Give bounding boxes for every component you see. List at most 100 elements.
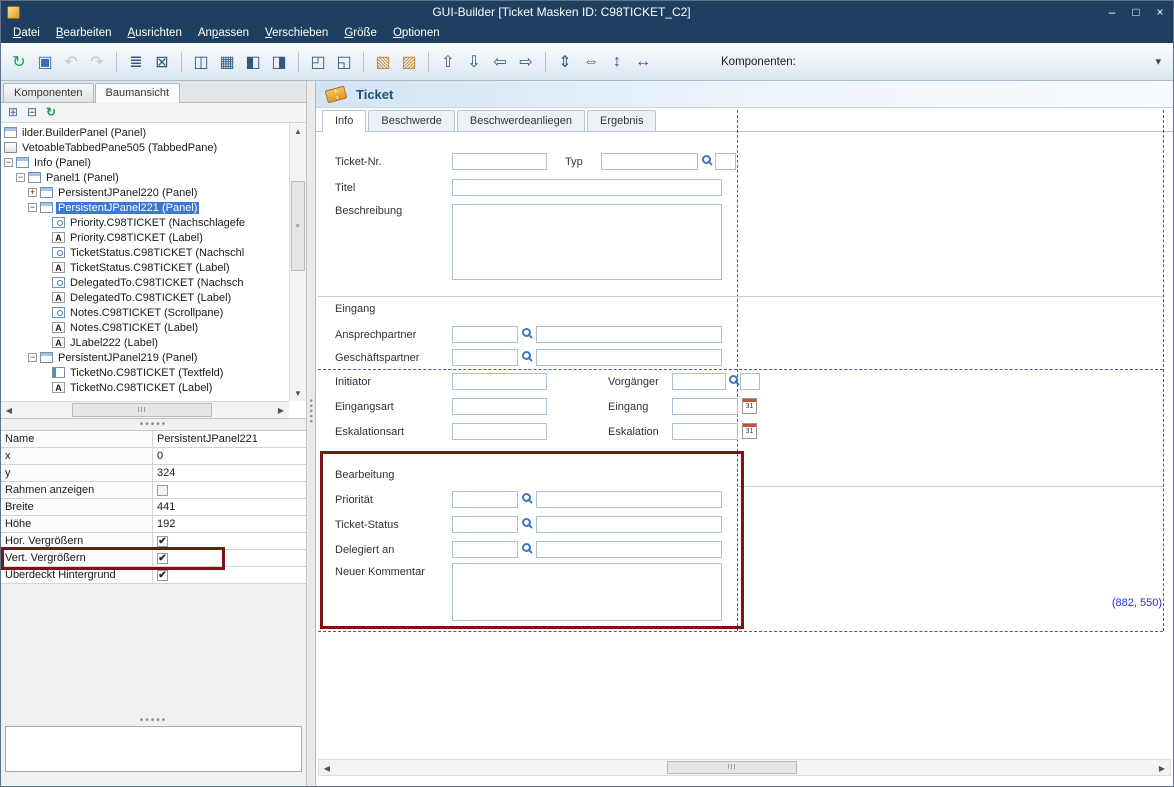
checkbox-checked-icon[interactable]: ✔ [157,553,168,564]
initiator-input[interactable] [452,373,547,390]
eingangsart-input[interactable] [452,398,547,415]
form-tab-beschwerde[interactable]: Beschwerde [368,110,455,131]
property-value[interactable]: 0 [153,448,306,464]
beschreibung-textarea[interactable] [452,204,722,280]
canvas-scrollbar-thumb[interactable]: III [667,761,797,774]
property-value[interactable]: PersistentJPanel221 [153,431,306,447]
move-up-icon[interactable]: ⇧ [436,50,460,74]
komponenten-combobox[interactable]: Komponenten: ▾ [721,55,1167,68]
tab-baumansicht[interactable]: Baumansicht [95,83,181,103]
refresh-icon[interactable]: ↻ [7,50,31,74]
scroll-up-button[interactable]: ▲ [290,123,306,139]
horizontal-splitter[interactable]: ••••• [1,419,306,430]
tree-item[interactable]: −Info (Panel) [1,155,289,170]
panel-splitter[interactable]: ••••• [307,81,315,786]
delete-component-icon[interactable]: ⊠ [150,50,174,74]
checkbox-checked-icon[interactable]: ✔ [157,570,168,581]
collapse-all-icon[interactable]: ⊟ [25,106,39,120]
menu-item-bearbeiten[interactable]: Bearbeiten [48,25,120,41]
tree-item[interactable]: Priority.C98TICKET (Nachschlagefe [1,215,289,230]
checkbox-unchecked-icon[interactable] [157,485,168,496]
tree-item[interactable]: −PersistentJPanel221 (Panel) [1,200,289,215]
tree-item[interactable]: ATicketStatus.C98TICKET (Label) [1,260,289,275]
tree-item[interactable]: DelegatedTo.C98TICKET (Nachsch [1,275,289,290]
typ-code-input[interactable] [715,153,736,170]
tree-item[interactable]: ANotes.C98TICKET (Label) [1,320,289,335]
refresh-tree-icon[interactable]: ↻ [44,106,58,120]
checkbox-checked-icon[interactable]: ✔ [157,536,168,547]
chevron-down-icon[interactable]: ▾ [1155,55,1161,68]
horizontal-scrollbar-thumb[interactable]: III [72,403,212,417]
menu-item-anpassen[interactable]: Anpassen [190,25,257,41]
match-width-icon[interactable]: ↔ [631,50,655,74]
menu-item-datei[interactable]: Datei [5,25,48,41]
scrollbar-track[interactable]: III [335,760,1154,775]
vertical-scrollbar-thumb[interactable]: ≡ [291,181,305,271]
grid-view-icon[interactable]: ▦ [215,50,239,74]
save-icon[interactable]: ▣ [33,50,57,74]
tree-item[interactable]: ilder.BuilderPanel (Panel) [1,125,289,140]
expand-all-icon[interactable]: ⊞ [6,106,20,120]
scroll-down-button[interactable]: ▼ [290,385,306,401]
menu-item-größe[interactable]: Größe [336,25,385,41]
menu-item-verschieben[interactable]: Verschieben [257,25,336,41]
prioritaet-name-input[interactable] [536,491,722,508]
move-left-icon[interactable]: ⇦ [488,50,512,74]
delegiert-an-lookup-icon[interactable] [522,543,531,552]
prioritaet-lookup-icon[interactable] [522,493,531,502]
scrollbar-track[interactable]: III [17,402,273,418]
tree-item[interactable]: −PersistentJPanel219 (Panel) [1,350,289,365]
ticket-nr-input[interactable] [452,153,547,170]
ticket-status-lookup-icon[interactable] [522,518,531,527]
move-right-icon[interactable]: ⇨ [514,50,538,74]
tree-item[interactable]: APriority.C98TICKET (Label) [1,230,289,245]
scroll-right-button[interactable]: ▶ [1154,760,1170,776]
align-right-icon[interactable]: ◨ [267,50,291,74]
tree-item[interactable]: ADelegatedTo.C98TICKET (Label) [1,290,289,305]
horizontal-splitter-bottom[interactable]: ••••• [1,715,306,726]
ansprechpartner-name-input[interactable] [536,326,722,343]
resize-height-icon[interactable]: ⇕ [553,50,577,74]
menu-item-optionen[interactable]: Optionen [385,25,448,41]
match-height-icon[interactable]: ↕ [605,50,629,74]
ansprechpartner-code-input[interactable] [452,326,518,343]
form-tab-info[interactable]: Info [322,110,366,132]
property-value[interactable]: ✔ [153,533,306,549]
copy-style-icon[interactable]: ▧ [371,50,395,74]
panel-view-icon[interactable]: ◫ [189,50,213,74]
resize-width-icon[interactable]: ⇔ [579,50,603,74]
tree-vertical-scrollbar[interactable]: ▲ ≡ ▼ [289,123,306,401]
eingang-date-input[interactable] [672,398,738,415]
minimize-button[interactable]: – [1105,5,1119,19]
component-list-icon[interactable]: ≣ [124,50,148,74]
tree-item[interactable]: +PersistentJPanel220 (Panel) [1,185,289,200]
move-down-icon[interactable]: ⇩ [462,50,486,74]
app-icon[interactable] [7,6,20,19]
typ-lookup-icon[interactable] [702,155,711,164]
tree-item[interactable]: −Panel1 (Panel) [1,170,289,185]
property-value[interactable]: 192 [153,516,306,532]
tree-horizontal-scrollbar[interactable]: ◀ III ▶ [1,401,289,418]
delegiert-an-name-input[interactable] [536,541,722,558]
ticket-status-name-input[interactable] [536,516,722,533]
eskalation-calendar-icon[interactable]: 31 [742,423,757,439]
titel-input[interactable] [452,179,722,196]
align-top-icon[interactable]: ◰ [306,50,330,74]
property-value[interactable]: ✔ [153,550,306,566]
property-value[interactable]: ✔ [153,567,306,583]
collapse-icon[interactable]: − [28,203,37,212]
prioritaet-code-input[interactable] [452,491,518,508]
vorgaenger-code-input[interactable] [740,373,760,390]
tree-item[interactable]: TicketNo.C98TICKET (Textfeld) [1,365,289,380]
menu-item-ausrichten[interactable]: Ausrichten [120,25,190,41]
expand-icon[interactable]: + [28,188,37,197]
collapse-icon[interactable]: − [4,158,13,167]
scroll-left-button[interactable]: ◀ [1,402,17,418]
collapse-icon[interactable]: − [28,353,37,362]
property-value[interactable]: 324 [153,465,306,481]
vorgaenger-lookup-icon[interactable] [729,375,738,384]
neuer-kommentar-textarea[interactable] [452,563,722,621]
typ-input[interactable] [601,153,698,170]
tree-item[interactable]: VetoableTabbedPane505 (TabbedPane) [1,140,289,155]
form-tab-ergebnis[interactable]: Ergebnis [587,110,656,131]
